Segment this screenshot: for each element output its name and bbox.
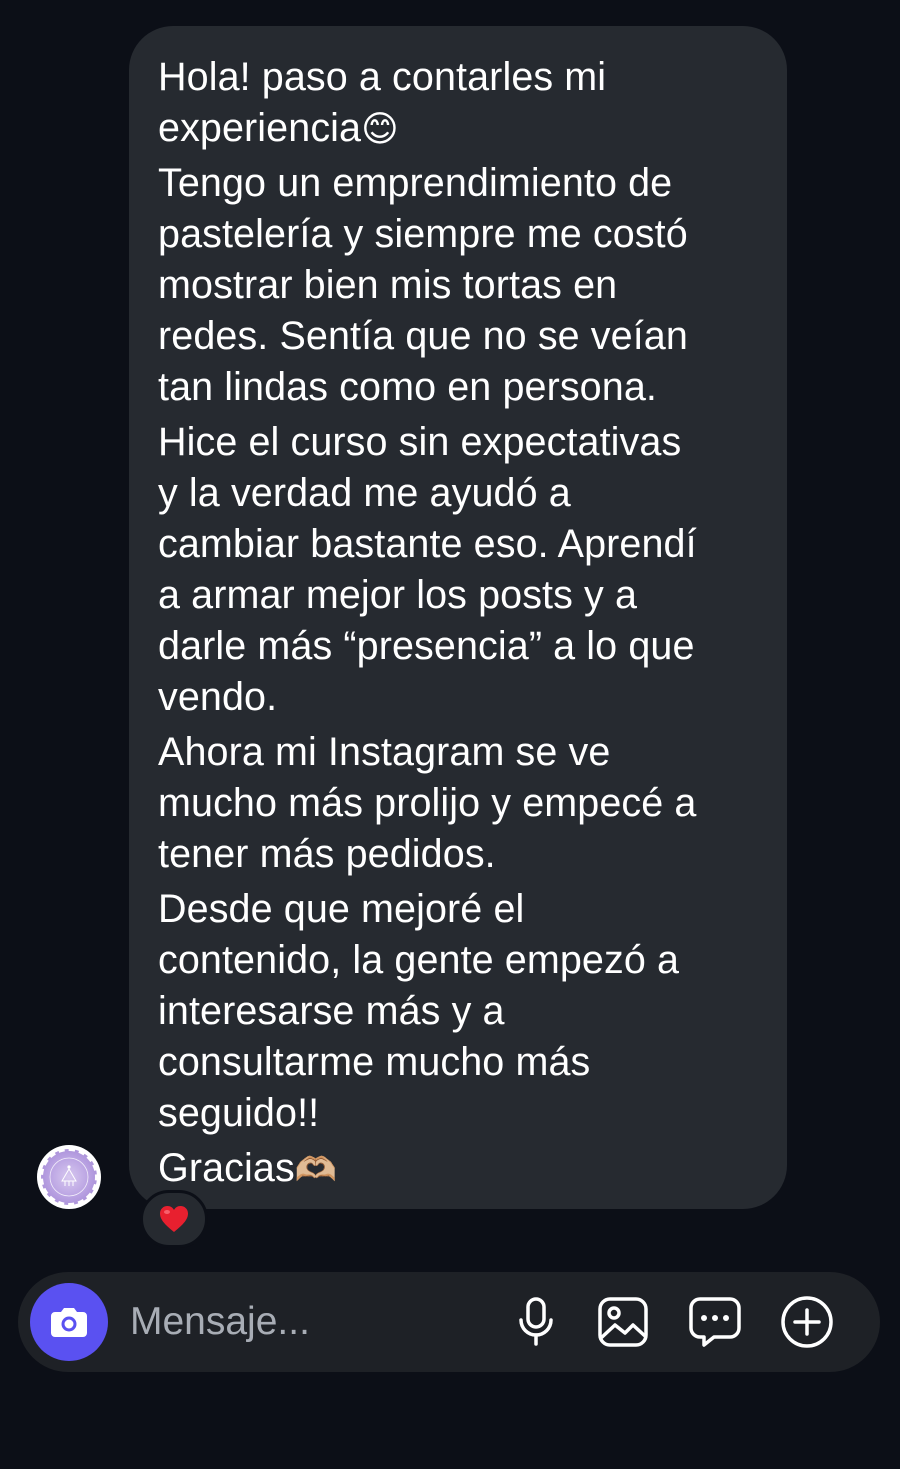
message-paragraph: Ahora mi Instagram se ve mucho más proli…: [158, 730, 697, 876]
avatar-logo: [41, 1149, 97, 1205]
gallery-icon: [598, 1297, 648, 1347]
plus-circle-icon: [781, 1296, 833, 1348]
heart-reaction[interactable]: [140, 1190, 208, 1248]
message-input[interactable]: Mensaje...: [130, 1299, 310, 1345]
camera-button[interactable]: [30, 1283, 108, 1361]
heart-hands-emoji: 🫶🏼: [294, 1151, 338, 1189]
smiling-face-emoji: 😊: [361, 108, 399, 149]
heart-icon: [160, 1206, 188, 1232]
sender-avatar[interactable]: [37, 1145, 101, 1209]
message-bubble[interactable]: Hola! paso a contarles mi experiencia😊 T…: [129, 26, 787, 1209]
message-paragraph: Tengo un emprendimiento de pastelería y …: [158, 161, 688, 409]
message-paragraph: Hice el curso sin expectativas y la verd…: [158, 420, 697, 719]
message-paragraph: Hola! paso a contarles mi experiencia😊: [158, 55, 607, 150]
chat-bubble-icon: [689, 1297, 741, 1347]
message-composer: Mensaje...: [18, 1272, 880, 1372]
message-paragraph: Desde que mejoré el contenido, la gente …: [158, 887, 680, 1135]
camera-icon: [51, 1308, 87, 1337]
microphone-button[interactable]: [508, 1294, 564, 1350]
message-paragraph: Gracias🫶🏼: [158, 1146, 338, 1190]
microphone-icon: [519, 1297, 553, 1346]
more-button[interactable]: [779, 1294, 835, 1350]
sticker-button[interactable]: [687, 1294, 743, 1350]
gallery-button[interactable]: [595, 1294, 651, 1350]
